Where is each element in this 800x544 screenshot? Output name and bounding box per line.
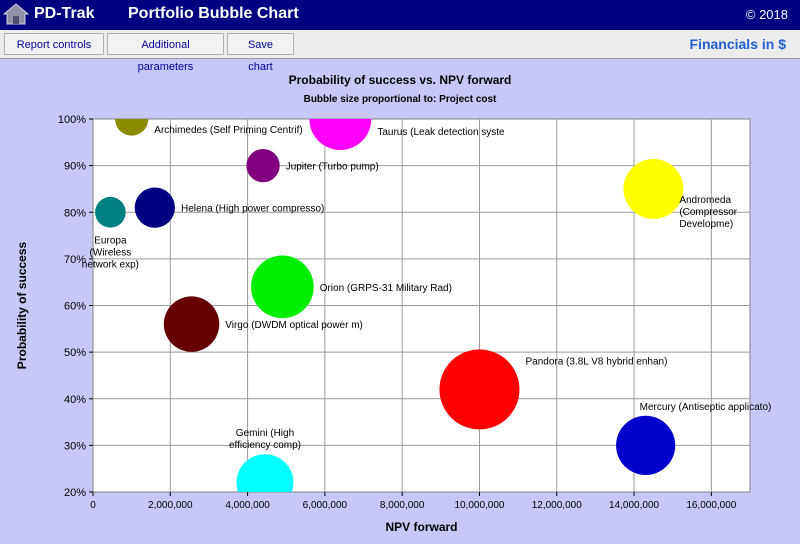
y-tick-label: 100% [58, 114, 86, 126]
x-tick-label: 8,000,000 [380, 500, 425, 511]
bubble-chart: 0 2,000,000 4,000,000 6,000,000 8,000,000 10,… [15, 88, 772, 534]
bubble-label: Archimedes (Self Priming Centrif) [154, 125, 302, 136]
bubble[interactable] [134, 187, 175, 228]
bubble[interactable] [163, 296, 220, 352]
bubble-label: Andromeda (Compressor Developme) [679, 195, 737, 230]
x-tick-label: 16,000,000 [686, 500, 736, 511]
bubble[interactable] [95, 196, 126, 228]
y-tick-label: 20% [64, 487, 86, 499]
y-tick-label: 40% [64, 394, 86, 406]
x-tick-label: 2,000,000 [148, 500, 193, 511]
bubble[interactable] [623, 159, 684, 219]
bubble-label: Jupiter (Turbo pump) [286, 162, 379, 173]
x-tick-label: 12,000,000 [532, 500, 582, 511]
bubble-label: Taurus (Leak detection syste [377, 127, 505, 138]
bubble[interactable] [246, 148, 280, 183]
x-tick-label: 10,000,000 [454, 500, 504, 511]
bubble[interactable] [309, 88, 372, 150]
x-tick-label: 14,000,000 [609, 500, 659, 511]
x-tick-label: 0 [90, 500, 96, 511]
y-tick-label: 90% [64, 161, 86, 173]
bubble[interactable] [251, 255, 314, 319]
bubble[interactable] [114, 102, 149, 136]
bubble-label: Virgo (DWDM optical power m) [225, 320, 363, 331]
bubble[interactable] [616, 415, 676, 475]
bubble-label: Helena (High power compresso) [181, 204, 324, 215]
y-tick-label: 80% [64, 207, 86, 219]
bubble-label: Pandora (3.8L V8 hybrid enhan) [525, 357, 667, 368]
y-tick-label: 60% [64, 301, 86, 313]
bubble-label: Mercury (Antiseptic applicato) [640, 402, 772, 413]
bubble-label: Gemini (High efficiency comp) [229, 428, 301, 451]
bubble-label: Orion (GRPS-31 Military Rad) [320, 283, 452, 294]
x-tick-label: 4,000,000 [225, 500, 270, 511]
y-tick-label: 50% [64, 347, 86, 359]
x-axis-label: NPV forward [385, 520, 457, 534]
bubble[interactable] [439, 349, 520, 430]
x-tick-label: 6,000,000 [303, 500, 348, 511]
y-tick-label: 30% [64, 440, 86, 452]
y-axis-label: Probability of success [15, 241, 29, 369]
